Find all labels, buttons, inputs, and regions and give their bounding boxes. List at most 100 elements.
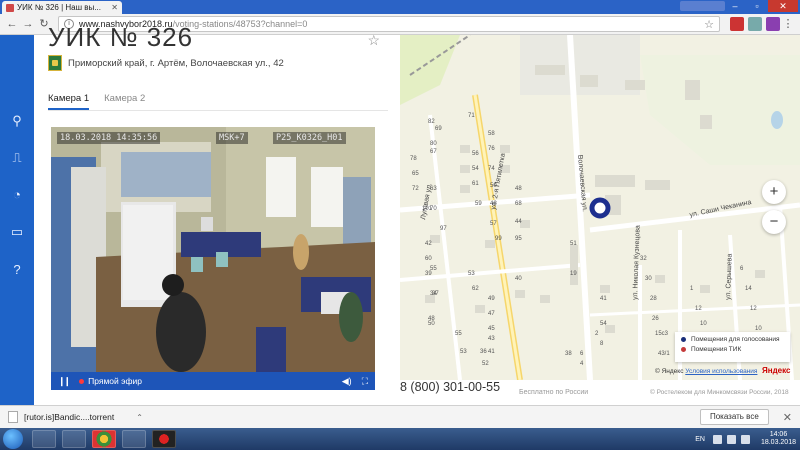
house-number: 53 (468, 271, 475, 277)
profile-badge[interactable] (680, 1, 725, 11)
legend-dot-icon (681, 347, 686, 352)
tab-camera-2[interactable]: Камера 2 (104, 93, 145, 110)
video-controls: ❙❙ Прямой эфир ◀) ⛶ (51, 372, 375, 390)
tab-camera-1[interactable]: Камера 1 (48, 93, 90, 110)
chrome-icon[interactable] (92, 430, 116, 448)
show-all-button[interactable]: Показать все (699, 409, 769, 425)
video-player[interactable]: 18.03.2018 14:35:56 MSK+7 P25_K0326_H01 … (51, 127, 375, 390)
house-number: 54 (600, 321, 607, 327)
station-title: УИК № 326 (48, 22, 194, 52)
bandicam-icon[interactable] (152, 430, 176, 448)
download-bar: [rutor.is]Bandic....torrent ⌃ Показать в… (0, 405, 800, 428)
volume-icon[interactable]: ◀) (342, 376, 352, 387)
app-icon[interactable] (122, 430, 146, 448)
house-number: 95 (515, 236, 522, 242)
house-number: 53 (460, 349, 467, 355)
back-icon[interactable]: ← (4, 16, 20, 32)
house-number: 1 (690, 286, 694, 292)
house-number: 43/1 (658, 351, 670, 357)
copyright: © Ростелеком для Минкомсвязи России, 201… (650, 389, 789, 396)
tab-close-icon[interactable]: ✕ (111, 3, 118, 12)
coat-of-arms-icon (48, 55, 62, 71)
house-number: 40 (515, 276, 522, 282)
bookmark-star-icon[interactable]: ☆ (704, 18, 714, 31)
search-icon[interactable]: ⚲ (9, 113, 25, 129)
favorite-star-icon[interactable]: ☆ (367, 32, 380, 49)
extension-icon[interactable] (748, 17, 762, 31)
house-number: 30 (645, 276, 652, 282)
windows-taskbar: EN 14:06 18.03.2018 (0, 428, 800, 450)
house-number: 44 (515, 219, 522, 225)
extension-brush-icon[interactable] (766, 17, 780, 31)
legend-label: Помещения ТИК (691, 346, 742, 353)
house-number: 67 (430, 149, 437, 155)
house-number: 65 (412, 171, 419, 177)
map-view[interactable]: 71 69 82 80 58 78 67 56 76 65 54 74 72 63 61 50 48 70 59 46… (400, 35, 800, 380)
pause-icon[interactable]: ❙❙ (58, 376, 71, 387)
street-label: Луговая ул. (420, 183, 433, 221)
help-icon[interactable]: ? (9, 262, 25, 278)
site-favicon-icon (6, 3, 14, 12)
house-number: 28 (650, 296, 657, 302)
app-sidebar: ⚲ ⎍ ◔ ▭ ? (0, 35, 34, 405)
house-number: 55 (455, 331, 462, 337)
house-number: 69 (435, 126, 442, 132)
explorer-icon[interactable] (32, 430, 56, 448)
yandex-logo[interactable]: Яндекс (762, 366, 790, 375)
clock[interactable]: 14:06 18.03.2018 (761, 431, 796, 447)
house-number: 48 (428, 316, 435, 322)
house-number: 78 (410, 156, 417, 162)
house-number: 8 (600, 341, 604, 347)
zoom-in-button[interactable]: + (762, 180, 786, 204)
house-number: 15с3 (655, 331, 669, 337)
house-number: 72 (412, 186, 419, 192)
network-icon[interactable] (726, 434, 736, 444)
house-number: 61 (472, 181, 479, 187)
minimize-icon[interactable]: – (724, 0, 746, 12)
maximize-icon[interactable]: ▫ (746, 0, 768, 12)
window-close-icon[interactable]: ✕ (768, 0, 798, 12)
media-player-icon[interactable] (62, 430, 86, 448)
station-marker[interactable] (589, 197, 611, 219)
house-number: 14 (745, 286, 752, 292)
attribution-prefix: © Яндекс (655, 368, 684, 375)
house-number: 60 (425, 256, 432, 262)
file-icon (8, 411, 18, 423)
house-number: 68 (515, 201, 522, 207)
house-number: 52 (482, 361, 489, 367)
start-button[interactable] (3, 429, 23, 449)
house-number: 54 (472, 166, 479, 172)
chrome-menu-icon[interactable]: ⋮ (780, 16, 796, 32)
chevron-up-icon[interactable]: ⌃ (136, 413, 143, 422)
download-item[interactable]: [rutor.is]Bandic....torrent ⌃ (8, 411, 143, 423)
house-number: 36 (480, 349, 487, 355)
dashboard-icon[interactable]: ◔ (9, 187, 25, 203)
system-tray: EN 14:06 18.03.2018 (695, 430, 796, 448)
hotline-phone: 8 (800) 301-00-55 (400, 380, 501, 394)
map-attribution: © Яндекс Условия использования (655, 368, 757, 375)
house-number: 37 (432, 291, 439, 297)
osd-datetime: 18.03.2018 14:35:56 (57, 132, 161, 144)
house-number: 26 (652, 316, 659, 322)
download-close-icon[interactable]: ✕ (783, 411, 792, 424)
house-number: 48 (515, 186, 522, 192)
house-number: 19 (570, 271, 577, 277)
zoom-out-button[interactable]: − (762, 210, 786, 234)
language-indicator[interactable]: EN (695, 436, 705, 443)
forward-icon[interactable]: → (20, 16, 36, 32)
house-number: 41 (488, 349, 495, 355)
house-number: 99 (495, 236, 502, 242)
osd-camera-id: P25_K0326_H01 (273, 132, 346, 144)
bookmark-icon[interactable]: ⎍ (9, 150, 25, 166)
extension-shield-icon[interactable] (730, 17, 744, 31)
volume-tray-icon[interactable] (740, 434, 750, 444)
terms-link[interactable]: Условия использования (685, 368, 757, 375)
house-number: 82 (428, 119, 435, 125)
tray-icon[interactable] (712, 434, 722, 444)
chat-icon[interactable]: ▭ (9, 224, 25, 240)
fullscreen-icon[interactable]: ⛶ (362, 376, 368, 387)
house-number: 97 (440, 226, 447, 232)
house-number: 39 (425, 271, 432, 277)
house-number: 58 (488, 131, 495, 137)
browser-tab[interactable]: УИК № 326 | Наш вы... ✕ (2, 1, 122, 14)
